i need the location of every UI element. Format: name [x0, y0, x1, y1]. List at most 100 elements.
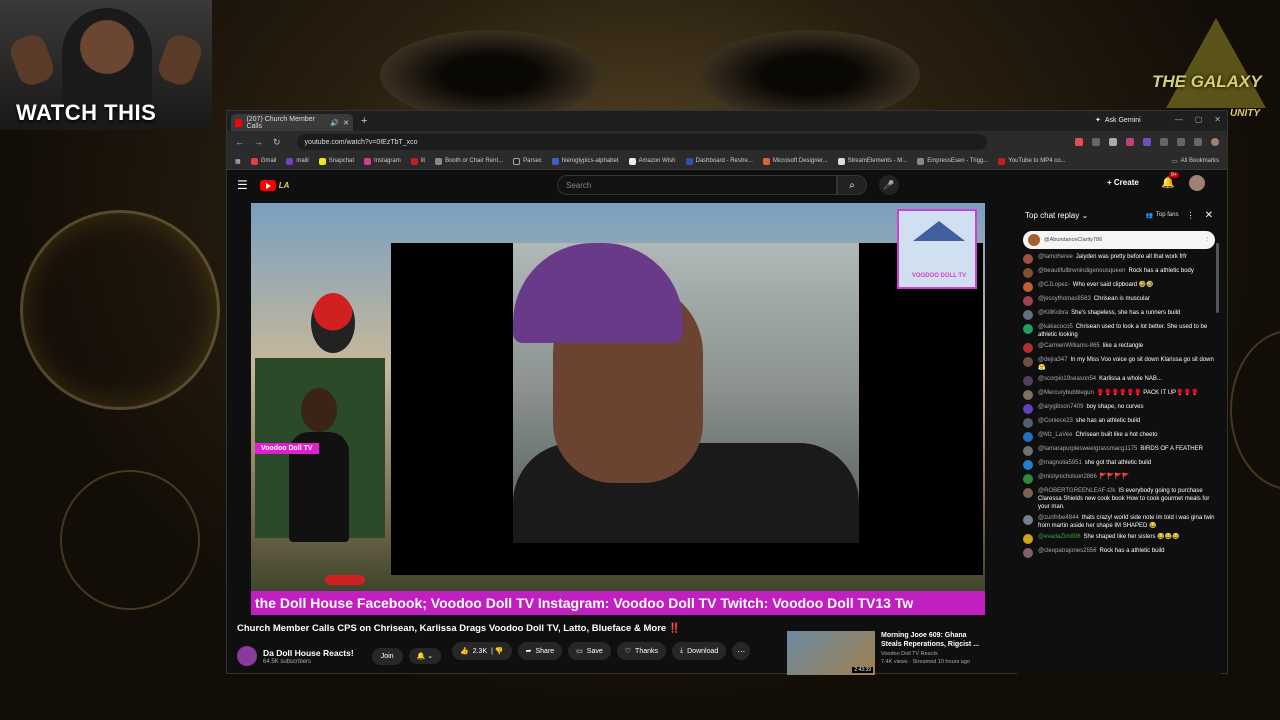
chat-message-body: @arygibson7409 boy shape, no curves [1038, 403, 1144, 414]
new-tab-icon[interactable]: + [361, 115, 367, 127]
chat-message[interactable]: @jessythomas8583 Chrisean is muscular [1023, 295, 1217, 306]
join-button[interactable]: Join [371, 647, 403, 665]
chat-message[interactable]: @Coniece23 she has an athletic build [1023, 417, 1217, 428]
suggested-title[interactable]: Morning Jooe 609: Ghana Steals Reperatio… [881, 631, 981, 649]
chat-message[interactable]: @mistynicholson2866 🚩🚩🚩🚩 [1023, 473, 1217, 484]
chat-message[interactable]: @dejra347 In my Miss Voo voice go sit dow… [1023, 356, 1217, 372]
extension-icon[interactable] [1143, 138, 1151, 146]
microphone-icon[interactable]: 🎤 [879, 175, 899, 195]
share-button[interactable]: ➦ Share [517, 642, 563, 660]
bookmark-label: StreamElements - M... [847, 158, 908, 164]
bookmark-maill[interactable]: maill [286, 157, 309, 165]
bookmark-lit[interactable]: lit [410, 157, 425, 165]
chat-message[interactable]: @KillKobra She's shapeless, she has a run… [1023, 309, 1217, 320]
window-controls: — ▢ ✕ [1175, 115, 1221, 124]
search-icon[interactable]: ⌕ [837, 175, 867, 195]
channel-name[interactable]: Da Doll House Reacts! [263, 648, 354, 658]
chat-message[interactable]: @arygibson7409 boy shape, no curves [1023, 403, 1217, 414]
account-avatar[interactable] [1189, 175, 1205, 191]
chat-close-icon[interactable]: ✕ [1205, 210, 1213, 221]
reload-icon[interactable]: ↻ [273, 137, 281, 148]
extension-icon[interactable] [1126, 138, 1134, 146]
thanks-button[interactable]: ♡ Thanks [616, 642, 667, 660]
chat-message[interactable]: @CJLopez- Who ever said clipboard 🤣🤣 [1023, 281, 1217, 292]
bookmark-amazon[interactable]: Amazon Wish [628, 157, 676, 165]
pinned-more-icon[interactable]: ⋮ [1205, 237, 1211, 243]
chat-username: @Mercurybubblegun [1038, 390, 1094, 396]
chat-message[interactable]: @beautifulbrwnindigenousqueen Rock has a … [1023, 267, 1217, 278]
chat-message-body: @evadaZim806 She shaped like her sisters … [1038, 533, 1180, 544]
chat-avatar [1023, 343, 1033, 353]
all-bookmarks[interactable]: ▭ All Bookmarks [1172, 158, 1219, 165]
bookmark-streamelements[interactable]: StreamElements - M... [837, 157, 908, 165]
like-button[interactable]: 👍 2.3K | 👎 [452, 642, 512, 660]
more-actions-icon[interactable]: ⋯ [732, 642, 751, 660]
chat-message[interactable]: @evadaZim806 She shaped like her sisters … [1023, 533, 1217, 544]
extension-icon[interactable] [1092, 138, 1100, 146]
chat-text: Rock has a athletic body [1128, 268, 1194, 274]
subscribed-bell-button[interactable]: 🔔 ⌄ [408, 648, 442, 664]
chat-message[interactable]: @kakacoco5 Chrisean used to look a lot be… [1023, 323, 1217, 339]
suggested-thumbnail[interactable]: 2:43:39 [787, 631, 875, 675]
chat-message[interactable]: @tamarapurplesweetgrassmacg1175 BIRDS OF … [1023, 445, 1217, 456]
chat-message[interactable]: @zurifribe4844 thats crazy! world side no… [1023, 514, 1217, 530]
minimize-icon[interactable]: — [1175, 115, 1183, 124]
bookmark-parsec[interactable]: Parsec [513, 157, 542, 165]
save-label: Save [586, 647, 603, 655]
chat-message[interactable]: @cleopatrajones2556 Rock has a athletic b… [1023, 547, 1217, 558]
apps-grid-icon[interactable]: ▦ [235, 158, 241, 165]
download-button[interactable]: ⤓ Download [672, 642, 727, 660]
chat-avatar [1023, 254, 1033, 264]
chat-message[interactable]: @Mercurybubblegun 🥊🥊🥊🥊🥊🥊 PACK IT UP🥊🥊🥊 [1023, 389, 1217, 400]
bookmark-snapchat[interactable]: Snapchat [318, 157, 354, 165]
chat-message[interactable]: @tamoheree Jaiyden was pretty before all … [1023, 253, 1217, 264]
back-icon[interactable]: ← [235, 137, 244, 147]
suggested-video[interactable]: 2:43:39 Morning Jooe 609: Ghana Steals R… [787, 631, 1001, 675]
bookmark-instagram[interactable]: Instagram [364, 157, 401, 165]
extension-icon[interactable] [1177, 138, 1185, 146]
channel-avatar[interactable] [237, 646, 257, 666]
extension-icon[interactable] [1075, 138, 1083, 146]
extension-icon[interactable] [1109, 138, 1117, 146]
chat-more-icon[interactable]: ⋮ [1187, 211, 1195, 220]
ask-gemini-button[interactable]: ✦ Ask Gemini [1095, 116, 1141, 125]
voodoo-logo-text: VOODOO DOLL TV [911, 273, 967, 279]
extension-icon[interactable] [1194, 138, 1202, 146]
bookmark-gmail[interactable]: Gmail [250, 157, 276, 165]
chat-message[interactable]: @scorpio19season54 Karlissa a whole NAB..… [1023, 375, 1217, 386]
chat-message[interactable]: @ROBERTGREENLEAF-t2k IS everybody going t… [1023, 487, 1217, 511]
thumbs-up-icon: 👍 [460, 648, 469, 655]
maximize-icon[interactable]: ▢ [1195, 115, 1203, 124]
chat-message[interactable]: @magnolia5951 she got that athletic build [1023, 459, 1217, 470]
pinned-message[interactable]: @AbundanceClarity786 ⋮ [1023, 231, 1215, 249]
bookmark-booth[interactable]: Booth or Chair Rent... [435, 157, 503, 165]
save-button[interactable]: ▭ Save [568, 642, 611, 660]
bookmark-mp4[interactable]: YouTube to MP4 co... [998, 157, 1066, 165]
close-window-icon[interactable]: ✕ [1214, 115, 1221, 124]
bookmark-dashboard[interactable]: Dashboard - Restre... [685, 157, 753, 165]
url-field[interactable]: youtube.com/watch?v=0IEzTbT_xco [296, 134, 987, 150]
dislike-icon[interactable]: | 👎 [491, 647, 503, 655]
chat-message-body: @magnolia5951 she got that athletic build [1038, 459, 1151, 470]
video-player[interactable]: Voodoo Doll TV VOODOO DOLL TV the Doll H… [251, 203, 985, 615]
chat-mode-dropdown[interactable]: Top chat replay ⌄ [1025, 211, 1088, 220]
profile-icon[interactable] [1211, 138, 1219, 146]
bookmark-empress[interactable]: EmpressEsen - Trigg... [917, 157, 988, 165]
chat-username: @arygibson7409 [1038, 404, 1084, 410]
create-button[interactable]: + Create [1107, 178, 1139, 187]
tab-close-icon[interactable]: ✕ [343, 119, 349, 127]
menu-icon[interactable]: ☰ [237, 178, 248, 192]
chat-scrollbar[interactable] [1216, 243, 1219, 313]
chat-message[interactable]: @Mz_LaVee Chrisean built like a hot cheet… [1023, 431, 1217, 442]
extension-icon[interactable] [1160, 138, 1168, 146]
youtube-logo-icon[interactable] [259, 179, 276, 191]
top-fans-badge[interactable]: 👥 Top fans [1145, 212, 1178, 219]
chat-text: Rock has a athletic build [1099, 548, 1165, 554]
lit-icon [410, 157, 418, 165]
bookmark-designer[interactable]: Microsoft Designer... [762, 157, 828, 165]
search-input[interactable]: Search [557, 175, 837, 195]
chat-message[interactable]: @CarmenWilliams-865 like a rectangle [1023, 342, 1217, 353]
bookmark-hieroglypics[interactable]: hieroglypics-alphabet [551, 157, 619, 165]
forward-icon[interactable]: → [254, 137, 263, 147]
browser-tab[interactable]: (207) Church Member Calls 🔊 ✕ [231, 114, 353, 131]
